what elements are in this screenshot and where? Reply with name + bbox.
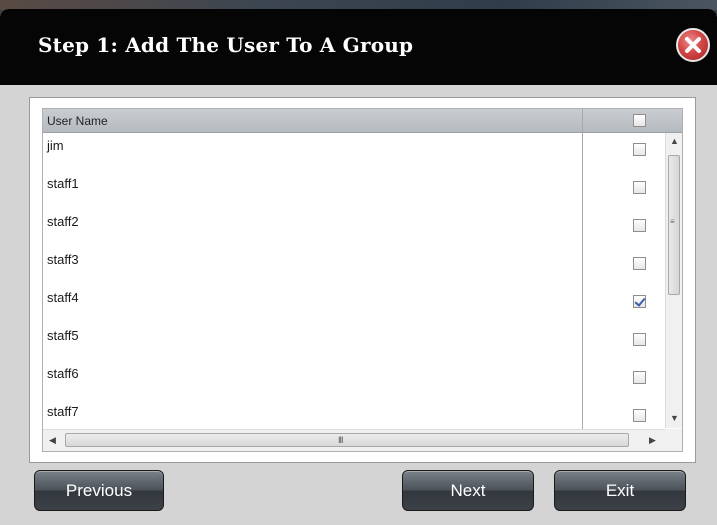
exit-button[interactable]: Exit [554, 470, 686, 511]
select-all-checkbox[interactable] [633, 114, 646, 127]
vertical-scrollbar[interactable]: ▲ ≡ ▼ [665, 133, 682, 428]
user-name-cell: jim [47, 138, 64, 153]
grip-icon: ≡ [670, 217, 675, 226]
table-header: User Name [43, 109, 682, 133]
table-row[interactable]: staff5 [43, 323, 646, 360]
horizontal-scroll-thumb[interactable]: III [65, 433, 629, 447]
user-select-checkbox[interactable] [633, 295, 646, 308]
user-name-cell: staff1 [47, 176, 79, 191]
user-name-cell: staff6 [47, 366, 79, 381]
user-name-cell: staff7 [47, 404, 79, 419]
horizontal-grip: III [338, 435, 343, 445]
user-name-cell: staff2 [47, 214, 79, 229]
user-select-checkbox[interactable] [633, 257, 646, 270]
user-select-checkbox[interactable] [633, 371, 646, 384]
user-select-checkbox[interactable] [633, 333, 646, 346]
user-table: User Name jim staff1 staff2 staff3 staff4 sta… [42, 108, 683, 452]
user-name-column-header: User Name [47, 114, 108, 128]
scroll-up-arrow-icon[interactable]: ▲ [670, 137, 679, 146]
scrollbar-corner [665, 429, 682, 451]
user-list-panel: User Name jim staff1 staff2 staff3 staff4 sta… [29, 97, 696, 463]
scroll-right-arrow-icon[interactable]: ▶ [649, 436, 656, 445]
table-row[interactable]: jim [43, 133, 646, 170]
table-row[interactable]: staff1 [43, 171, 646, 208]
column-divider [582, 109, 583, 451]
user-name-cell: staff5 [47, 328, 79, 343]
scroll-left-arrow-icon[interactable]: ◀ [49, 436, 56, 445]
scroll-down-arrow-icon[interactable]: ▼ [670, 414, 679, 423]
add-user-to-group-dialog: Step 1: Add The User To A Group User Nam… [0, 9, 717, 525]
table-row[interactable]: staff2 [43, 209, 646, 246]
vertical-scroll-thumb[interactable]: ≡ [668, 155, 680, 295]
user-name-cell: staff3 [47, 252, 79, 267]
user-select-checkbox[interactable] [633, 219, 646, 232]
table-row[interactable]: staff4 [43, 285, 646, 322]
close-icon[interactable] [676, 28, 710, 62]
dialog-title-bar: Step 1: Add The User To A Group [0, 9, 717, 85]
horizontal-scrollbar[interactable]: ◀ III ▶ [43, 429, 665, 451]
dialog-title: Step 1: Add The User To A Group [38, 33, 414, 57]
next-button[interactable]: Next [402, 470, 534, 511]
table-row[interactable]: staff3 [43, 247, 646, 284]
user-name-cell: staff4 [47, 290, 79, 305]
previous-button[interactable]: Previous [34, 470, 164, 511]
user-select-checkbox[interactable] [633, 143, 646, 156]
user-select-checkbox[interactable] [633, 181, 646, 194]
user-select-checkbox[interactable] [633, 409, 646, 422]
table-row[interactable]: staff6 [43, 361, 646, 398]
